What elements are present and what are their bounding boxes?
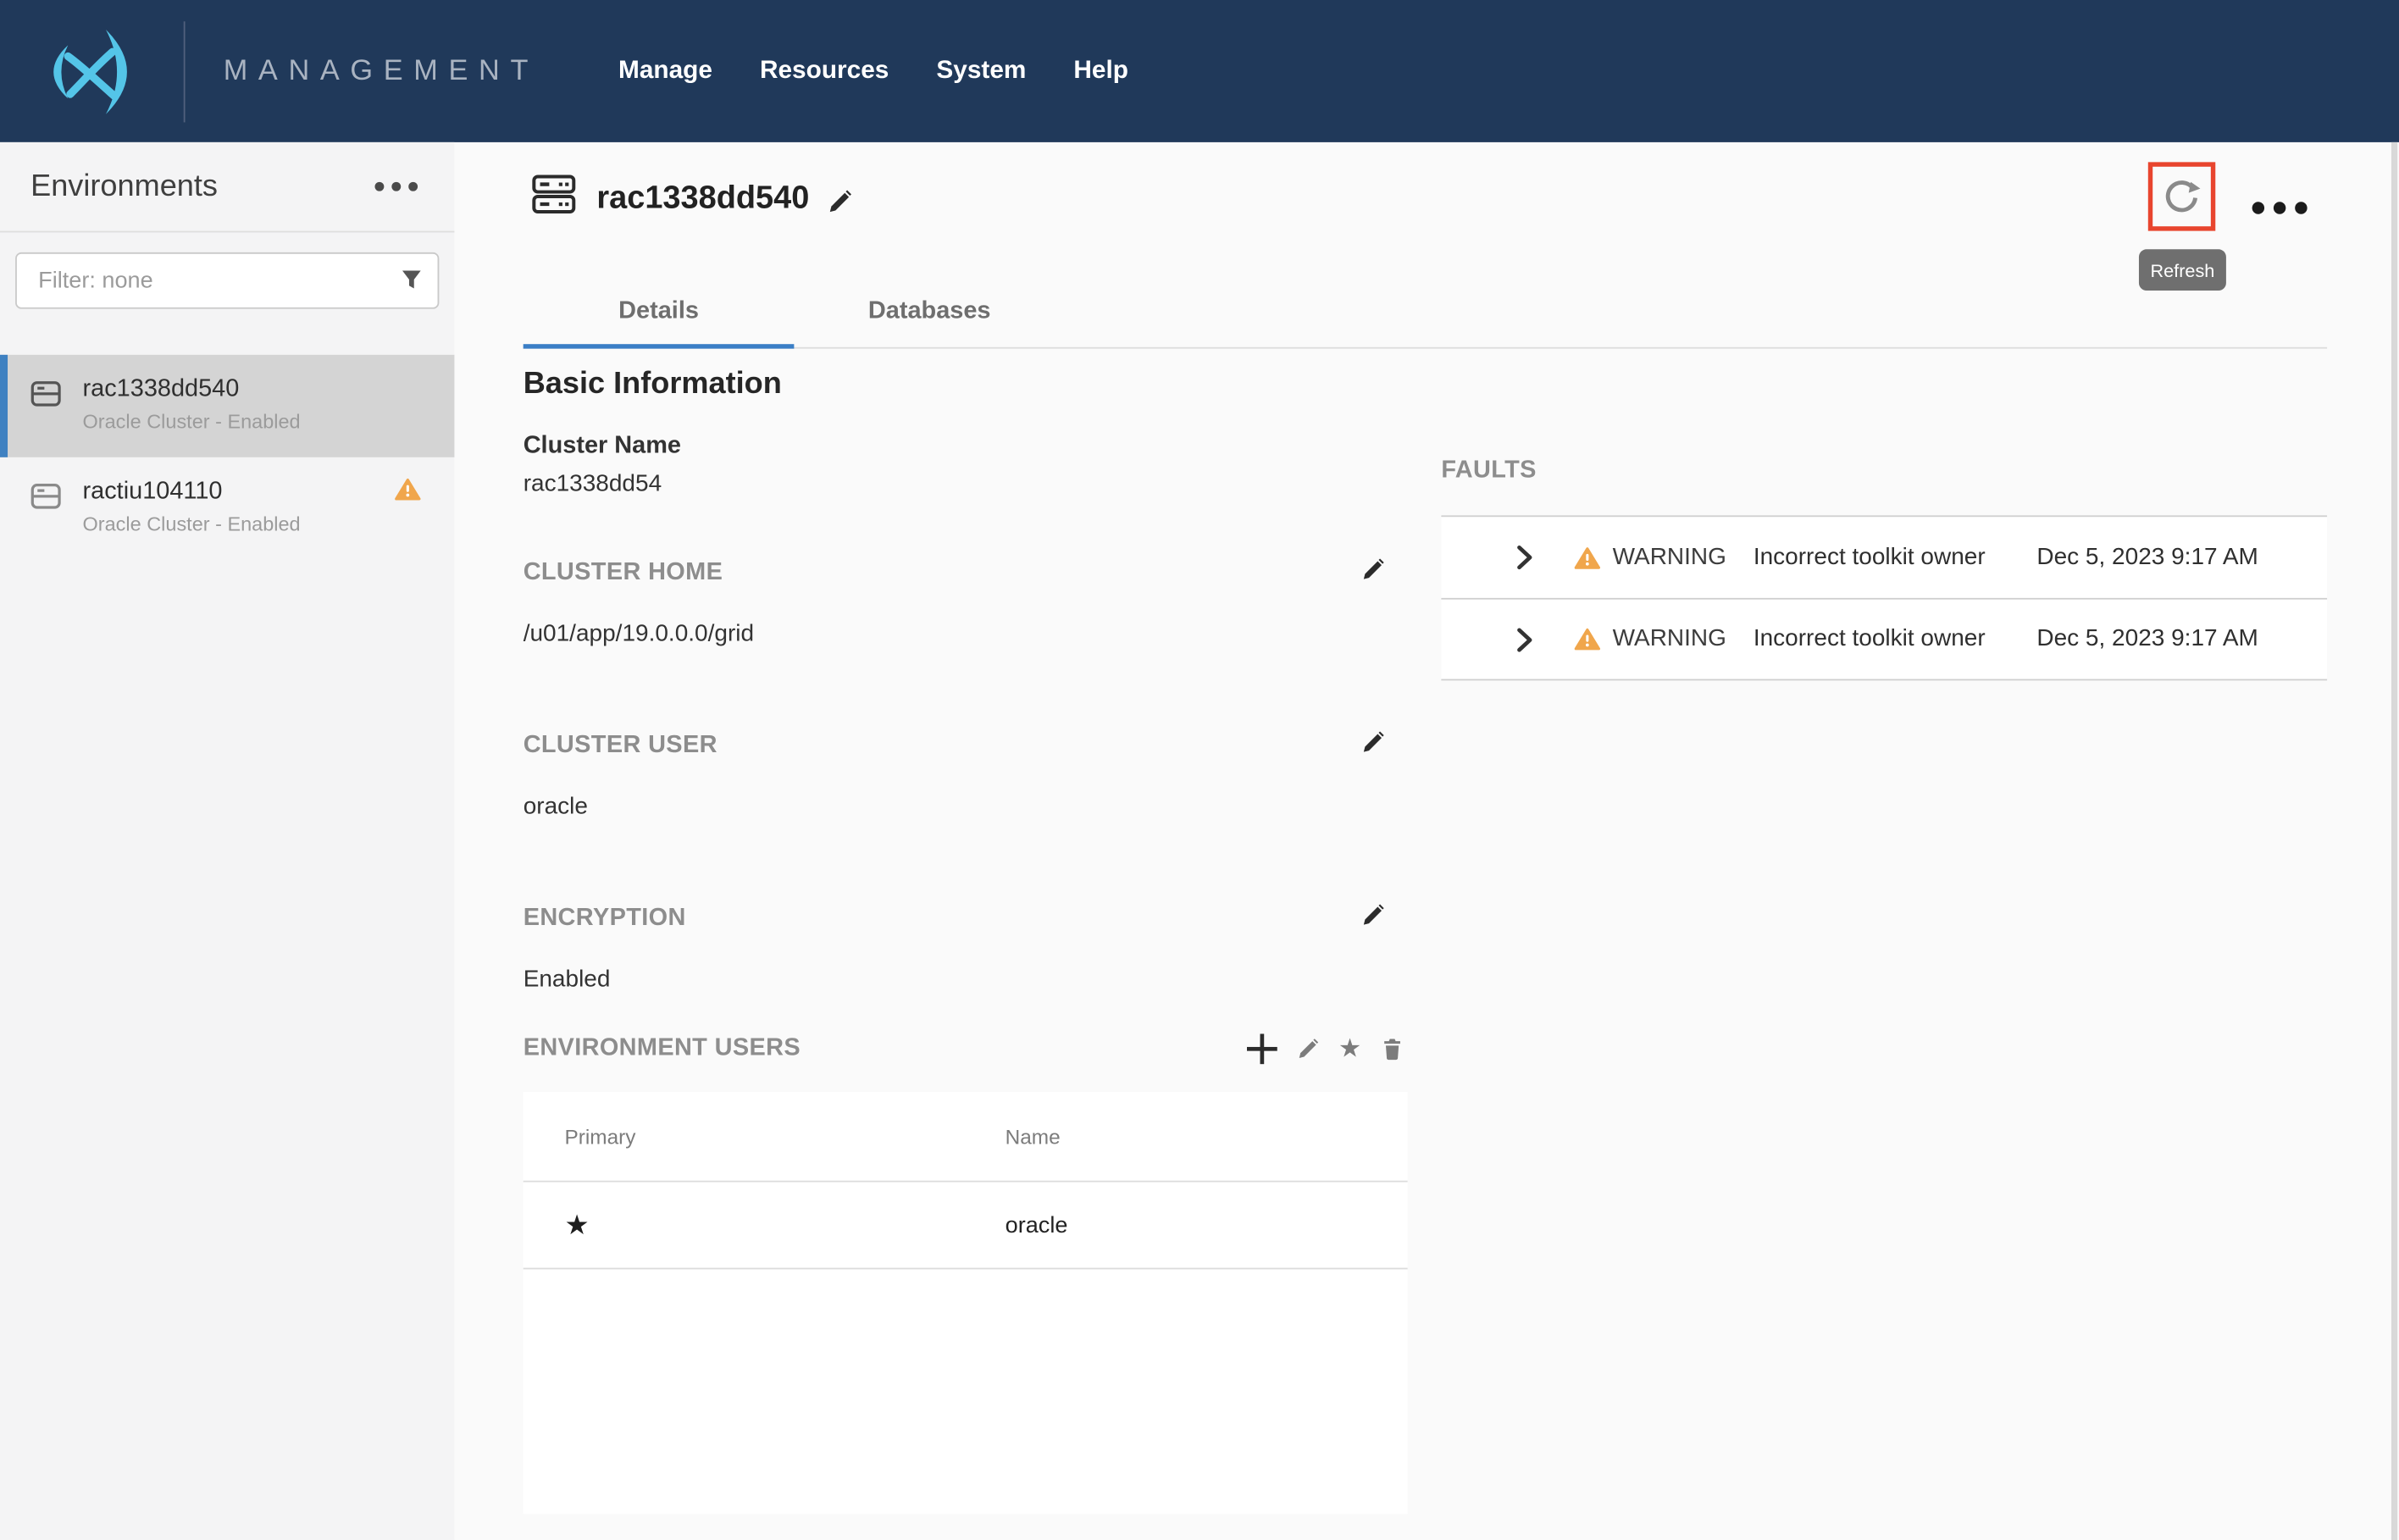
edit-encryption-pencil-icon[interactable] — [1360, 902, 1387, 936]
actions-kebab-menu[interactable] — [2246, 196, 2313, 220]
field-cluster-user: CLUSTER USER oracle — [524, 733, 1408, 822]
edit-cluster-home-pencil-icon[interactable] — [1360, 557, 1387, 590]
edit-user-button[interactable] — [1295, 1037, 1320, 1061]
page-title: rac1338dd540 — [596, 180, 809, 217]
section-title: Basic Information — [524, 367, 782, 402]
edit-title-pencil-icon[interactable] — [826, 188, 854, 224]
environment-name: rac1338dd540 — [83, 376, 301, 403]
warning-icon — [1574, 546, 1600, 570]
top-navigation: Manage Resources System Help — [618, 57, 1128, 86]
topbar: MANAGEMENT Manage Resources System Help — [0, 0, 2399, 142]
field-value: Enabled — [524, 967, 1408, 994]
faults-list: WARNING Incorrect toolkit owner Dec 5, 2… — [1441, 515, 2327, 680]
topbar-divider — [184, 20, 186, 121]
star-icon: ★ — [1338, 1037, 1362, 1061]
fault-timestamp: Dec 5, 2023 9:17 AM — [2036, 544, 2258, 571]
environment-name: ractiu104110 — [83, 479, 301, 506]
fault-severity: WARNING — [1613, 625, 1754, 652]
filter-funnel-icon[interactable] — [401, 269, 422, 298]
fault-row[interactable]: WARNING Incorrect toolkit owner Dec 5, 2… — [1441, 598, 2327, 680]
delete-user-button[interactable] — [1380, 1037, 1404, 1061]
refresh-button[interactable] — [2148, 162, 2215, 230]
field-value: /u01/app/19.0.0.0/grid — [524, 621, 1408, 648]
fault-timestamp: Dec 5, 2023 9:17 AM — [2036, 625, 2258, 652]
environment-item-rac1338dd540[interactable]: rac1338dd540 Oracle Cluster - Enabled — [0, 355, 454, 457]
environments-sidebar: Environments rac1338dd540 Oracle Cluster… — [0, 142, 454, 1540]
refresh-icon — [2162, 176, 2202, 218]
field-label: ENCRYPTION — [524, 906, 1408, 933]
environment-filter-input[interactable] — [15, 252, 439, 309]
column-header-primary: Primary — [564, 1125, 1005, 1148]
environment-users-header: ENVIRONMENT USERS ★ — [524, 1033, 1408, 1064]
fault-row[interactable]: WARNING Incorrect toolkit owner Dec 5, 2… — [1441, 515, 2327, 597]
field-label: Cluster Name — [524, 433, 1408, 460]
sidebar-kebab-menu[interactable] — [368, 176, 424, 197]
field-label: CLUSTER USER — [524, 733, 1408, 760]
tab-details[interactable]: Details — [524, 283, 795, 347]
fault-message: Incorrect toolkit owner — [1754, 544, 1986, 571]
edit-cluster-user-pencil-icon[interactable] — [1360, 729, 1387, 763]
warning-icon — [1574, 627, 1600, 651]
field-value: oracle — [524, 794, 1408, 821]
environment-users-title: ENVIRONMENT USERS — [524, 1035, 801, 1062]
table-row[interactable]: ★ oracle — [524, 1183, 1408, 1270]
expand-chevron-icon[interactable] — [1511, 543, 1534, 572]
field-encryption: ENCRYPTION Enabled — [524, 906, 1408, 994]
brand-text: MANAGEMENT — [224, 54, 539, 88]
tab-databases[interactable]: Databases — [794, 283, 1065, 347]
environment-item-ractiu104110[interactable]: ractiu104110 Oracle Cluster - Enabled — [0, 457, 454, 560]
detail-tabs: Details Databases — [524, 283, 2327, 349]
delphix-logo[interactable] — [25, 18, 156, 125]
nav-manage[interactable]: Manage — [618, 57, 712, 86]
warning-icon — [395, 477, 421, 509]
field-cluster-name: Cluster Name rac1338dd54 — [524, 433, 1408, 499]
fault-severity: WARNING — [1613, 544, 1754, 571]
fault-message: Incorrect toolkit owner — [1754, 625, 1986, 652]
nav-system[interactable]: System — [936, 57, 1026, 86]
table-header-row: Primary Name — [524, 1092, 1408, 1183]
delphix-logo-icon — [32, 22, 148, 120]
trash-icon — [1380, 1037, 1404, 1061]
set-primary-user-button[interactable]: ★ — [1338, 1037, 1362, 1061]
field-value: rac1338dd54 — [524, 471, 1408, 498]
host-icon — [30, 483, 61, 559]
primary-star-icon: ★ — [564, 1209, 1005, 1241]
user-name: oracle — [1006, 1212, 1068, 1238]
environment-type: Oracle Cluster - Enabled — [83, 512, 301, 535]
environment-users-table: Primary Name ★ oracle — [524, 1092, 1408, 1514]
field-cluster-home: CLUSTER HOME /u01/app/19.0.0.0/grid — [524, 560, 1408, 649]
environment-list: rac1338dd540 Oracle Cluster - Enabled ra… — [0, 355, 454, 560]
column-header-name: Name — [1006, 1125, 1061, 1148]
app-window: MANAGEMENT Manage Resources System Help … — [0, 0, 2399, 1540]
vertical-scrollbar[interactable] — [2391, 142, 2397, 1540]
environment-type: Oracle Cluster - Enabled — [83, 410, 301, 433]
add-user-button[interactable] — [1247, 1033, 1277, 1064]
host-icon — [30, 381, 61, 457]
expand-chevron-icon[interactable] — [1511, 624, 1534, 653]
pencil-icon — [1295, 1037, 1320, 1061]
faults-title: FAULTS — [1441, 457, 1536, 485]
sidebar-title: Environments — [30, 169, 218, 204]
nav-resources[interactable]: Resources — [760, 57, 889, 86]
cluster-server-icon — [531, 171, 577, 224]
field-label: CLUSTER HOME — [524, 560, 1408, 587]
nav-help[interactable]: Help — [1073, 57, 1128, 86]
plus-icon — [1247, 1033, 1277, 1064]
